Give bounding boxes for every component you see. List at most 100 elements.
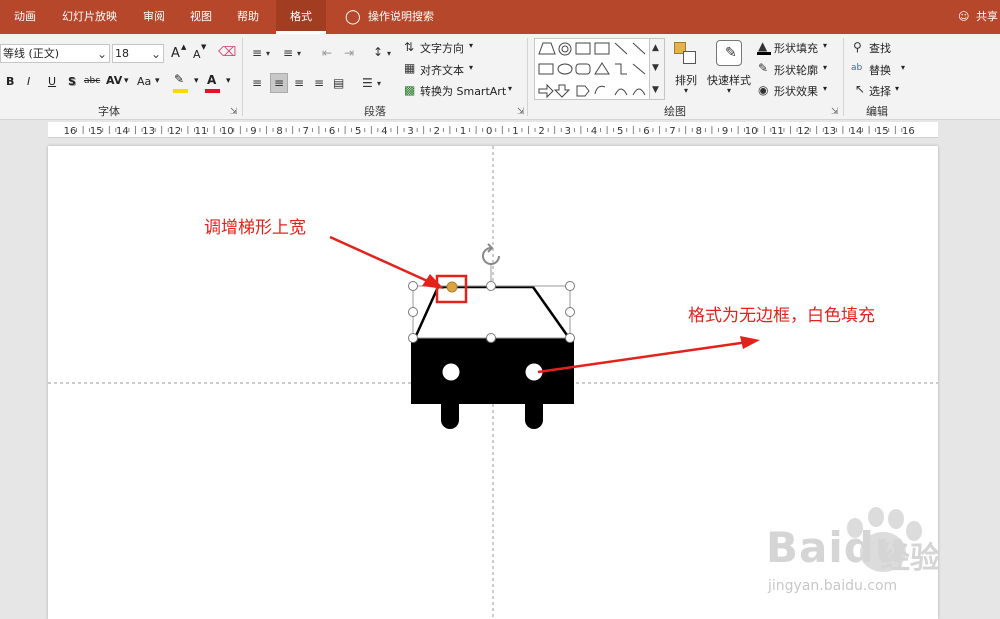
arrow-head-headlight: [740, 336, 760, 349]
tab-view[interactable]: 视图: [190, 0, 212, 34]
resize-handle: [486, 281, 496, 291]
ruler-tick-label: 14: [116, 126, 129, 137]
ruler-tick-label: 8: [696, 126, 702, 137]
tab-slideshow[interactable]: 幻灯片放映: [62, 0, 117, 34]
dialog-launcher-icon[interactable]: ⇲: [230, 107, 238, 117]
font-size-select[interactable]: 18 ⌄: [112, 44, 164, 63]
tab-animations[interactable]: 动画: [14, 0, 36, 34]
chevron-down-icon[interactable]: ▼: [652, 61, 659, 75]
shape-effects-button[interactable]: 形状效果: [774, 83, 818, 99]
align-text-icon: ▦: [404, 61, 416, 75]
align-left-icon[interactable]: ≡: [252, 76, 262, 90]
grow-arrow-icon: ▲: [181, 43, 187, 51]
brush-icon: ✎: [725, 45, 737, 61]
resize-handle: [486, 333, 496, 343]
group-separator: [527, 38, 528, 116]
font-color-button[interactable]: A: [207, 73, 216, 87]
paragraph-group-label: 段落: [364, 105, 386, 118]
watermark-url: jingyan.baidu.com: [768, 578, 898, 594]
horizontal-ruler[interactable]: 16 15 14 13 12 11 10 9 8 7 6 5 4 3 2 1 0 1 2 3 4 5 6 7 8 9 10 11 12 1…: [48, 122, 938, 138]
ruler-tick-label: 7: [669, 126, 675, 137]
ruler-tick-label: 3: [407, 126, 413, 137]
text-direction-button[interactable]: 文字方向: [420, 40, 464, 56]
ruler-tick-label: 4: [591, 126, 597, 137]
chevron-down-icon: ▾: [823, 63, 828, 72]
chevron-down-icon: ▾: [508, 84, 513, 93]
dialog-launcher-icon[interactable]: ⇲: [517, 107, 525, 117]
shadow-button[interactable]: S: [68, 75, 76, 88]
ruler-tick-label: 16: [64, 126, 77, 137]
tell-me-search[interactable]: 操作说明搜索: [368, 0, 434, 34]
shapes-gallery[interactable]: [534, 38, 665, 100]
dialog-launcher-icon[interactable]: ⇲: [831, 107, 839, 117]
ruler-tick-label: 2: [538, 126, 544, 137]
select-button[interactable]: 选择: [869, 83, 891, 99]
ruler-tick-label: 6: [329, 126, 335, 137]
shape-outline-button[interactable]: 形状轮廓: [774, 62, 818, 78]
align-center-icon[interactable]: ≡: [270, 73, 288, 93]
underline-button[interactable]: U: [48, 75, 56, 88]
ribbon: 等线 (正文) ⌄ 18 ⌄ A ▲ A ▼ ⌫ B I U S abc AV ▾ …: [0, 34, 1000, 120]
decrease-indent-icon[interactable]: ⇤: [322, 46, 332, 60]
bullets-icon[interactable]: ≡: [252, 46, 262, 60]
chevron-down-icon: ▾: [124, 76, 129, 86]
ruler-tick-label: 13: [823, 126, 836, 137]
strikethrough-button[interactable]: abc: [84, 76, 100, 86]
replace-button[interactable]: 替换: [869, 62, 891, 78]
highlight-color-swatch: [173, 89, 188, 93]
chevron-up-icon[interactable]: ▲: [652, 41, 659, 55]
share-button[interactable]: 共享: [976, 0, 998, 34]
char-spacing-button[interactable]: AV: [106, 74, 122, 87]
line-spacing-icon[interactable]: ↕: [373, 45, 383, 59]
chevron-down-icon: ▾: [469, 41, 474, 50]
shape-fill-button[interactable]: 形状填充: [774, 40, 818, 56]
tab-help[interactable]: 帮助: [237, 0, 259, 34]
pen-icon: ✎: [758, 61, 769, 75]
tab-format[interactable]: 格式: [276, 0, 326, 34]
distributed-icon[interactable]: ▤: [333, 76, 344, 90]
effects-icon: ◉: [758, 83, 769, 97]
change-case-button[interactable]: Aa: [137, 75, 151, 88]
clear-format-icon[interactable]: ⌫: [218, 45, 236, 60]
ruler-tick-label: 9: [250, 126, 256, 137]
ruler-tick-label: 8: [276, 126, 282, 137]
ruler-tick-label: 13: [142, 126, 155, 137]
gallery-scroll[interactable]: ▲ ▼ ▼: [649, 38, 665, 100]
grow-font-button[interactable]: A: [171, 46, 180, 61]
numbering-icon[interactable]: ≡: [283, 46, 293, 60]
shrink-font-button[interactable]: A: [193, 48, 201, 61]
chevron-down-icon: ▾: [901, 63, 906, 72]
align-text-button[interactable]: 对齐文本: [420, 62, 464, 78]
drawing-group-label: 绘图: [664, 105, 686, 118]
bold-button[interactable]: B: [6, 75, 14, 88]
car-wheel-left: [441, 394, 459, 429]
powerpoint-window: 动画 幻灯片放映 审阅 视图 帮助 格式 ◯ 操作说明搜索 ☺ 共享 等线 (正…: [0, 0, 1000, 619]
replace-icon: ab: [851, 63, 863, 73]
columns-icon[interactable]: ☰: [362, 76, 373, 90]
increase-indent-icon[interactable]: ⇥: [344, 46, 354, 60]
chevron-down-icon: ▾: [377, 79, 382, 88]
resize-handle: [408, 307, 418, 317]
editing-group-label: 编辑: [866, 105, 888, 118]
smartart-icon: ▩: [404, 83, 416, 97]
chevron-down-icon: ▾: [387, 49, 392, 58]
chevron-down-icon: ▾: [297, 49, 302, 58]
find-button[interactable]: 查找: [869, 40, 891, 56]
highlighter-icon[interactable]: ✎: [174, 72, 184, 86]
shapes-gallery-icons: [538, 42, 646, 99]
convert-smartart-button[interactable]: 转换为 SmartArt: [420, 83, 506, 99]
italic-button[interactable]: I: [27, 75, 30, 88]
tab-review[interactable]: 审阅: [143, 0, 165, 34]
justify-icon[interactable]: ≡: [314, 76, 324, 90]
ruler-tick-label: 6: [643, 126, 649, 137]
quick-styles-icon: ✎: [716, 40, 742, 66]
paint-bucket-icon: ▲: [758, 39, 768, 53]
ruler-tick-label: 4: [381, 126, 387, 137]
chevron-down-icon: ▾: [266, 49, 271, 58]
expand-gallery-icon[interactable]: ▼: [652, 83, 659, 97]
align-right-icon[interactable]: ≡: [294, 76, 304, 90]
chevron-down-icon: ▾: [155, 76, 160, 86]
ruler-tick-label: 1: [460, 126, 466, 137]
font-name-select[interactable]: 等线 (正文) ⌄: [0, 44, 110, 63]
car-headlight-left: [442, 363, 460, 381]
